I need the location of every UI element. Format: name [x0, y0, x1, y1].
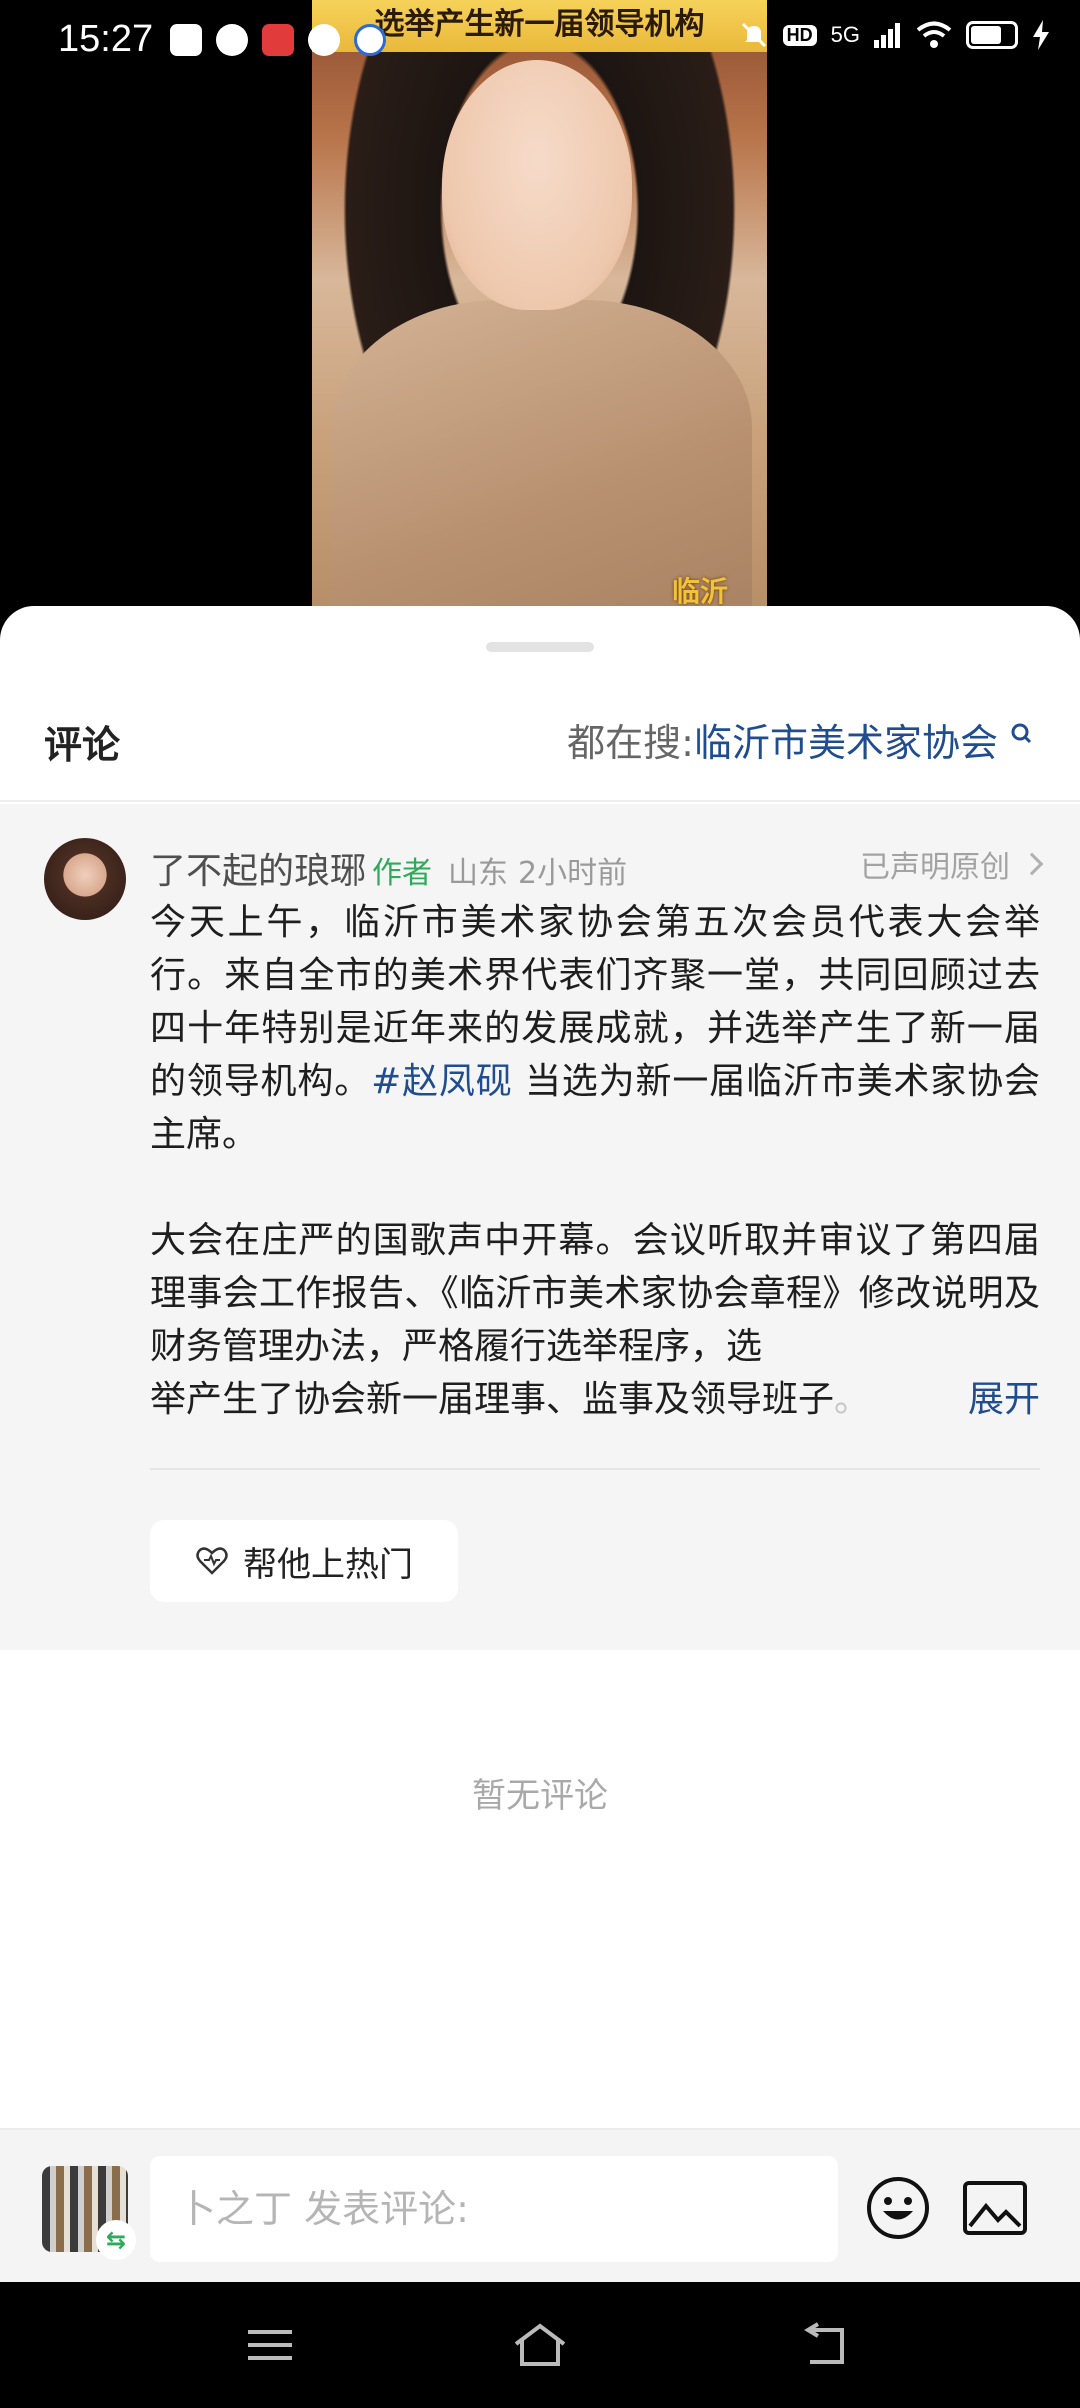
- original-declaration[interactable]: 已声明原创: [860, 842, 1044, 886]
- author-name[interactable]: 了不起的琅琊: [150, 842, 366, 894]
- drag-handle[interactable]: [486, 642, 594, 652]
- emoji-icon[interactable]: [866, 2176, 930, 2240]
- status-bar: 15:27 HD 5G: [0, 0, 1080, 84]
- network-label: 5G: [830, 22, 860, 47]
- wifi-icon: [916, 21, 952, 48]
- empty-comments: 暂无评论: [472, 1776, 608, 1816]
- video-player[interactable]: 选举产生新一届领导机构 临沂: [0, 0, 1080, 620]
- notification-icons: [170, 24, 386, 56]
- post-location: 山东: [448, 856, 509, 891]
- trending-prefix: 都在搜:: [567, 721, 694, 765]
- divider: [150, 1468, 1040, 1470]
- menu-icon[interactable]: [240, 2320, 300, 2370]
- chevron-right-icon: [1020, 852, 1044, 876]
- swap-icon[interactable]: ⇆: [96, 2220, 136, 2260]
- heart-icon: [196, 1547, 228, 1575]
- hd-badge: HD: [782, 24, 817, 46]
- status-time: 15:27: [58, 18, 154, 60]
- sheet-header: 评论 都在搜: 临沂市美术家协会: [0, 676, 1080, 802]
- news-icon: [262, 24, 294, 56]
- person-face: [442, 60, 632, 310]
- post-time: 2小时前: [518, 856, 628, 891]
- system-nav-bar: [0, 2282, 1080, 2408]
- post-meta: 了不起的琅琊 作者 山东 2小时前 已声明原创: [150, 842, 1044, 894]
- trending-search[interactable]: 都在搜: 临沂市美术家协会: [567, 712, 1040, 767]
- home-icon[interactable]: [510, 2320, 570, 2370]
- comment-input[interactable]: [150, 2156, 838, 2262]
- trending-term[interactable]: 临沂市美术家协会: [694, 712, 998, 767]
- author-avatar[interactable]: [44, 838, 126, 920]
- sheet-title: 评论: [44, 723, 121, 767]
- back-icon[interactable]: [796, 2320, 856, 2370]
- comments-sheet: 评论 都在搜: 临沂市美术家协会 了不起的琅琊 作者 山东 2小时前 已声明原创…: [0, 606, 1080, 2282]
- post-paragraph: 大会在庄严的国歌声中开幕。会议听取并审议了第四届理事会工作报告、《临沂市美术家协…: [150, 1214, 1040, 1426]
- chat-icon: [308, 24, 340, 56]
- mail-icon: [170, 24, 202, 56]
- status-right: HD 5G: [739, 20, 1050, 50]
- comment-composer: ⇆: [0, 2128, 1080, 2282]
- post-paragraph: 今天上午，临沂市美术家协会第五次会员代表大会举行。来自全市的美术界代表们齐聚一堂…: [150, 902, 1040, 1155]
- image-icon[interactable]: [962, 2180, 1028, 2236]
- post-body: 今天上午，临沂市美术家协会第五次会员代表大会举行。来自全市的美术界代表们齐聚一堂…: [150, 896, 1040, 1426]
- video-frame: [312, 0, 767, 620]
- boost-button[interactable]: 帮他上热门: [150, 1520, 458, 1602]
- original-declaration-label: 已声明原创: [860, 850, 1010, 885]
- battery-icon: [966, 21, 1018, 49]
- boost-label: 帮他上热门: [243, 1544, 413, 1585]
- baidu-icon: [354, 24, 386, 56]
- search-icon: [1011, 723, 1032, 743]
- charging-icon: [1033, 20, 1049, 50]
- signal-icon: [874, 23, 900, 48]
- author-post: 了不起的琅琊 作者 山东 2小时前 已声明原创 今天上午，临沂市美术家协会第五次…: [0, 804, 1080, 1650]
- mute-icon: [741, 22, 766, 48]
- video-corner-text: 临沂: [672, 575, 729, 608]
- expand-link[interactable]: 展开: [968, 1373, 1040, 1426]
- author-tag: 作者: [372, 856, 433, 891]
- hashtag-link[interactable]: #赵凤砚: [371, 1061, 513, 1102]
- app-icon: [216, 24, 248, 56]
